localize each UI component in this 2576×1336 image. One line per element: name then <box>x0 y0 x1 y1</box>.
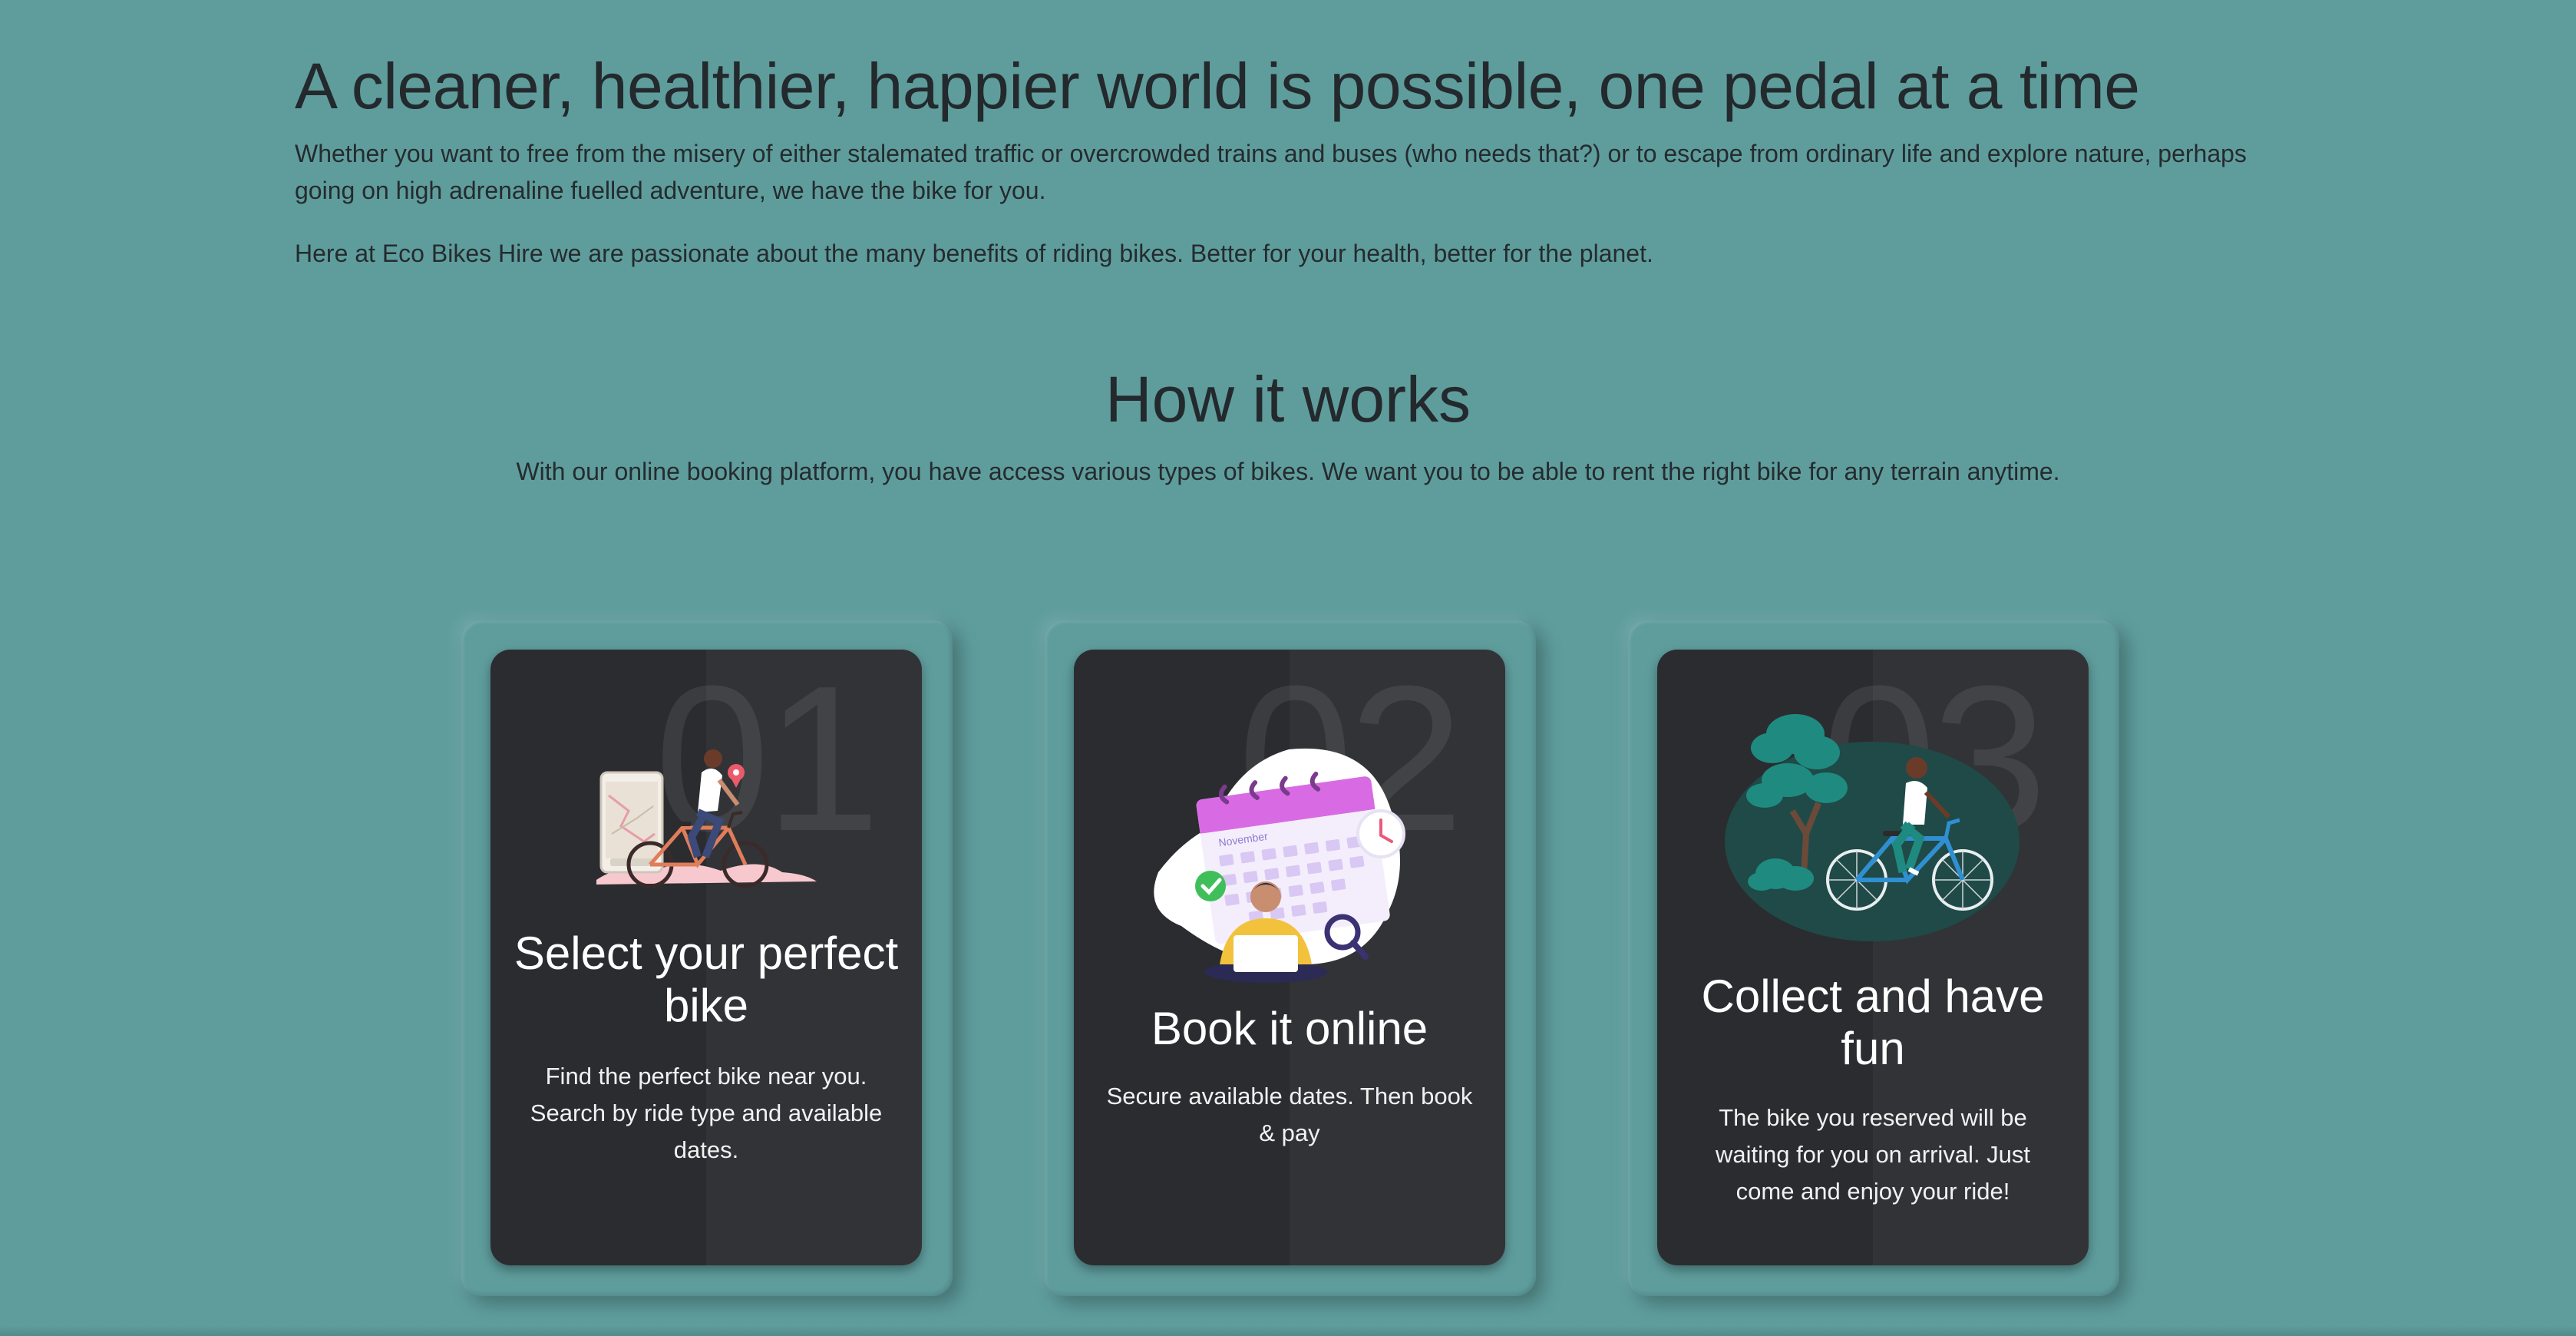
steps-cards: 01 Select your perfect bike Find the per… <box>0 620 2576 1296</box>
intro-paragraph-1: Whether you want to free from the misery… <box>295 140 2247 204</box>
page-bottom-edge <box>0 1325 2576 1336</box>
step-card-frame-3: 03 <box>1628 620 2119 1296</box>
how-it-works-subtitle: With our online booking platform, you ha… <box>516 458 2060 485</box>
intro-section: A cleaner, healthier, happier world is p… <box>295 45 2290 272</box>
bike-map-illustration-icon <box>596 749 817 888</box>
calendar-booking-illustration-icon: November <box>1154 748 1405 983</box>
step-title-2: Book it online <box>1151 1003 1428 1054</box>
cyclist-nature-illustration-icon <box>1725 714 2020 941</box>
step-card-2: 02 November <box>1074 650 1505 1265</box>
step-title-3: Collect and have fun <box>1701 971 2045 1074</box>
step-card-1: 01 Select your perfect bike Find the per… <box>490 650 922 1265</box>
how-it-works-section: How it works With our online booking pla… <box>0 359 2576 490</box>
intro-paragraph-2: Here at Eco Bikes Hire we are passionate… <box>295 240 1653 267</box>
how-it-works-title: How it works <box>1105 363 1471 435</box>
step-description-1: Find the perfect bike near you. Search b… <box>530 1063 883 1163</box>
step-description-3: The bike you reserved will be waiting fo… <box>1715 1104 2031 1205</box>
step-title-1: Select your perfect bike <box>514 928 899 1031</box>
step-card-frame-2: 02 November <box>1045 620 1536 1296</box>
intro-title: A cleaner, healthier, happier world is p… <box>295 50 2140 122</box>
step-description-2: Secure available dates. Then book & pay <box>1106 1083 1473 1146</box>
step-card-frame-1: 01 Select your perfect bike Find the per… <box>461 620 953 1296</box>
step-card-3: 03 <box>1657 650 2089 1265</box>
